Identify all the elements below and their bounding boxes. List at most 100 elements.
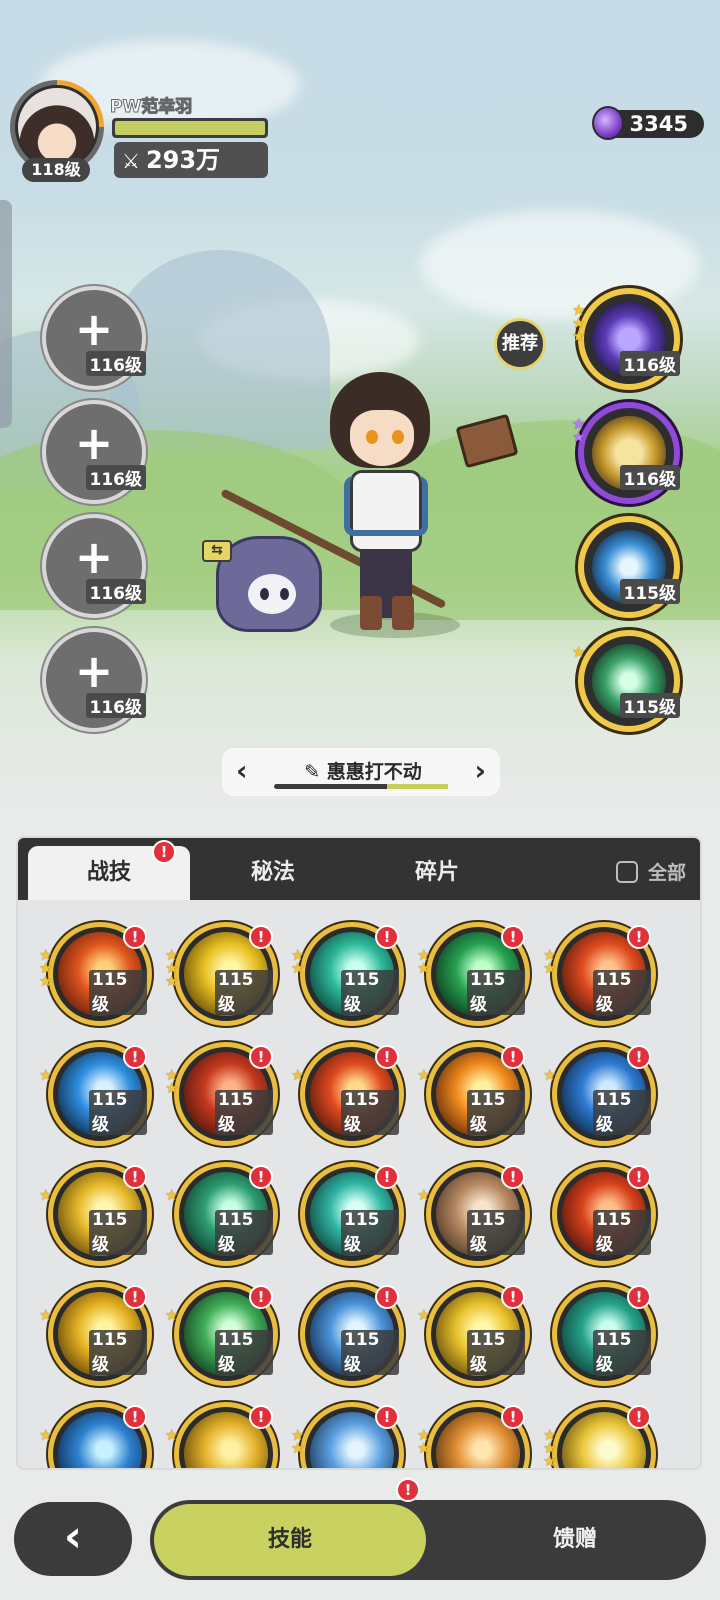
skill-slot[interactable]: ★ 115级! [417, 1042, 530, 1146]
pet-swap-button[interactable]: ⇆ [202, 540, 232, 562]
skill-slot[interactable]: ★ ★! [291, 1402, 404, 1468]
show-all-checkbox[interactable]: 全部 [615, 858, 686, 885]
skill-slot[interactable]: ★ 115级! [291, 1042, 404, 1146]
star-rating: ★ ★ [417, 1426, 431, 1457]
skill-slot[interactable]: 115级! [300, 1282, 404, 1386]
plus-icon: + [74, 416, 114, 470]
empty-slot-1[interactable]: + 116级 [42, 286, 146, 390]
tab-fragments[interactable]: 碎片 [356, 846, 518, 900]
equipped-slot-3[interactable]: 115级 [578, 516, 680, 618]
loadout-underline-accent [387, 784, 448, 789]
tab-skill[interactable]: 技能 [154, 1504, 426, 1576]
skill-slot[interactable]: ★ ★ ★ 115级! [39, 922, 152, 1026]
skill-slot[interactable]: ★ 115级! [39, 1042, 152, 1146]
combat-power: ⚔ 293万 [114, 142, 268, 178]
player-name: PW范幸羽 [109, 97, 193, 118]
skill-slot[interactable]: ★ 115级! [543, 1042, 656, 1146]
skill-slot[interactable]: ★ 115级! [165, 1282, 278, 1386]
slot-level: 116级 [619, 351, 680, 376]
star-rating: ★ [165, 1306, 179, 1324]
alert-badge: ! [375, 925, 399, 949]
alert-badge: ! [375, 1285, 399, 1309]
chevron-right-icon[interactable]: › [474, 754, 486, 787]
side-drawer-handle[interactable] [0, 200, 12, 428]
tab-skills-label: 战技 [86, 860, 131, 885]
skill-slot[interactable]: ★! [39, 1402, 152, 1468]
alert-badge: ! [501, 925, 525, 949]
skill-slot[interactable]: ★ 115级! [39, 1282, 152, 1386]
alert-badge: ! [375, 1165, 399, 1189]
skill-slot[interactable]: ★ 115级! [165, 1162, 278, 1266]
slot-level: 116级 [85, 693, 146, 718]
slot-level: 115级 [619, 693, 680, 718]
skill-slot[interactable]: ★ 115级! [417, 1162, 530, 1266]
equipped-slot-1[interactable]: ★ ★ ★ 116级 [572, 288, 680, 390]
hero-eye [392, 430, 404, 444]
alert-badge: ! [249, 1045, 273, 1069]
gem-amount: 3345 [629, 112, 688, 136]
combat-power-value: 293万 [145, 146, 221, 174]
skill-slot[interactable]: ★! [165, 1402, 278, 1468]
skill-slot[interactable]: ★ ★ 115级! [165, 1042, 278, 1146]
tab-skills[interactable]: 战技 ! [28, 840, 190, 900]
alert-badge: ! [375, 1405, 399, 1429]
swords-icon: ⚔ [122, 149, 140, 173]
equipped-slot-4[interactable]: ★ 115级 [572, 630, 680, 732]
skill-level: 115级 [341, 970, 399, 1015]
skill-panel: 战技 ! 秘法 碎片 全部 ★ ★ ★ 115级! ★ ★ ★ 115级! ★ ★ 115级! ★ ★ 1… [16, 836, 702, 1470]
skill-slot[interactable]: ★ 115级! [39, 1162, 152, 1266]
alert-badge: ! [627, 1405, 651, 1429]
slot-level: 116级 [85, 351, 146, 376]
back-button[interactable]: ‹ [14, 1502, 132, 1576]
equipped-slot-2[interactable]: ★ ★ 116级 [572, 402, 680, 504]
empty-slot-3[interactable]: + 116级 [42, 514, 146, 618]
empty-slot-4[interactable]: + 116级 [42, 628, 146, 732]
loadout-name[interactable]: ✎ 惠惠打不动 [278, 757, 448, 784]
skill-slot[interactable]: ★ ★ ★ 115级! [165, 922, 278, 1026]
alert-badge: ! [501, 1045, 525, 1069]
star-rating: ★ ★ [291, 1426, 305, 1457]
chevron-left-icon[interactable]: ‹ [236, 754, 248, 787]
tab-secret-arts[interactable]: 秘法 [192, 846, 354, 900]
star-rating: ★ ★ [543, 946, 557, 977]
alert-badge: ! [249, 1405, 273, 1429]
plus-icon: + [74, 302, 114, 356]
skill-slot[interactable]: 115级! [300, 1162, 404, 1266]
swap-icon: ⇆ [211, 542, 223, 558]
tab-bar: 战技 ! 秘法 碎片 全部 [18, 838, 700, 900]
player-hp-fill [115, 121, 265, 135]
tab-gift[interactable]: 馈赠 [450, 1504, 700, 1576]
star-rating: ★ ★ [417, 946, 431, 977]
skill-level: 115级 [593, 1090, 651, 1135]
skill-level: 115级 [467, 1210, 525, 1255]
hero-coat [344, 476, 428, 536]
alert-badge: ! [627, 1285, 651, 1309]
alert-badge: ! [501, 1405, 525, 1429]
skill-slot[interactable]: ★ ★ ★! [543, 1402, 656, 1468]
alert-badge: ! [375, 1045, 399, 1069]
skill-slot[interactable]: ★ 115级! [417, 1282, 530, 1386]
alert-badge: ! [123, 925, 147, 949]
star-rating: ★ ★ [572, 415, 586, 446]
slot-level: 116级 [85, 465, 146, 490]
star-rating: ★ [39, 1426, 53, 1444]
star-rating: ★ [39, 1186, 53, 1204]
skill-slot[interactable]: ★ ★ 115级! [291, 922, 404, 1026]
slot-level: 116级 [85, 579, 146, 604]
alert-badge: ! [249, 1285, 273, 1309]
empty-slot-2[interactable]: + 116级 [42, 400, 146, 504]
skill-level: 115级 [89, 970, 147, 1015]
star-rating: ★ ★ ★ [543, 1426, 557, 1470]
skill-slot[interactable]: ★ ★! [417, 1402, 530, 1468]
recommend-button[interactable]: 推荐 [494, 318, 546, 370]
skill-slot[interactable]: ★ ★ 115级! [543, 922, 656, 1026]
skill-level: 115级 [89, 1090, 147, 1135]
star-rating: ★ ★ [291, 946, 305, 977]
skill-level: 115级 [341, 1210, 399, 1255]
alert-badge: ! [123, 1285, 147, 1309]
skill-slot[interactable]: 115级! [552, 1162, 656, 1266]
skill-slot[interactable]: ★ ★ 115级! [417, 922, 530, 1026]
skill-level: 115级 [593, 970, 651, 1015]
star-rating: ★ ★ [165, 1066, 179, 1097]
skill-slot[interactable]: 115级! [552, 1282, 656, 1386]
